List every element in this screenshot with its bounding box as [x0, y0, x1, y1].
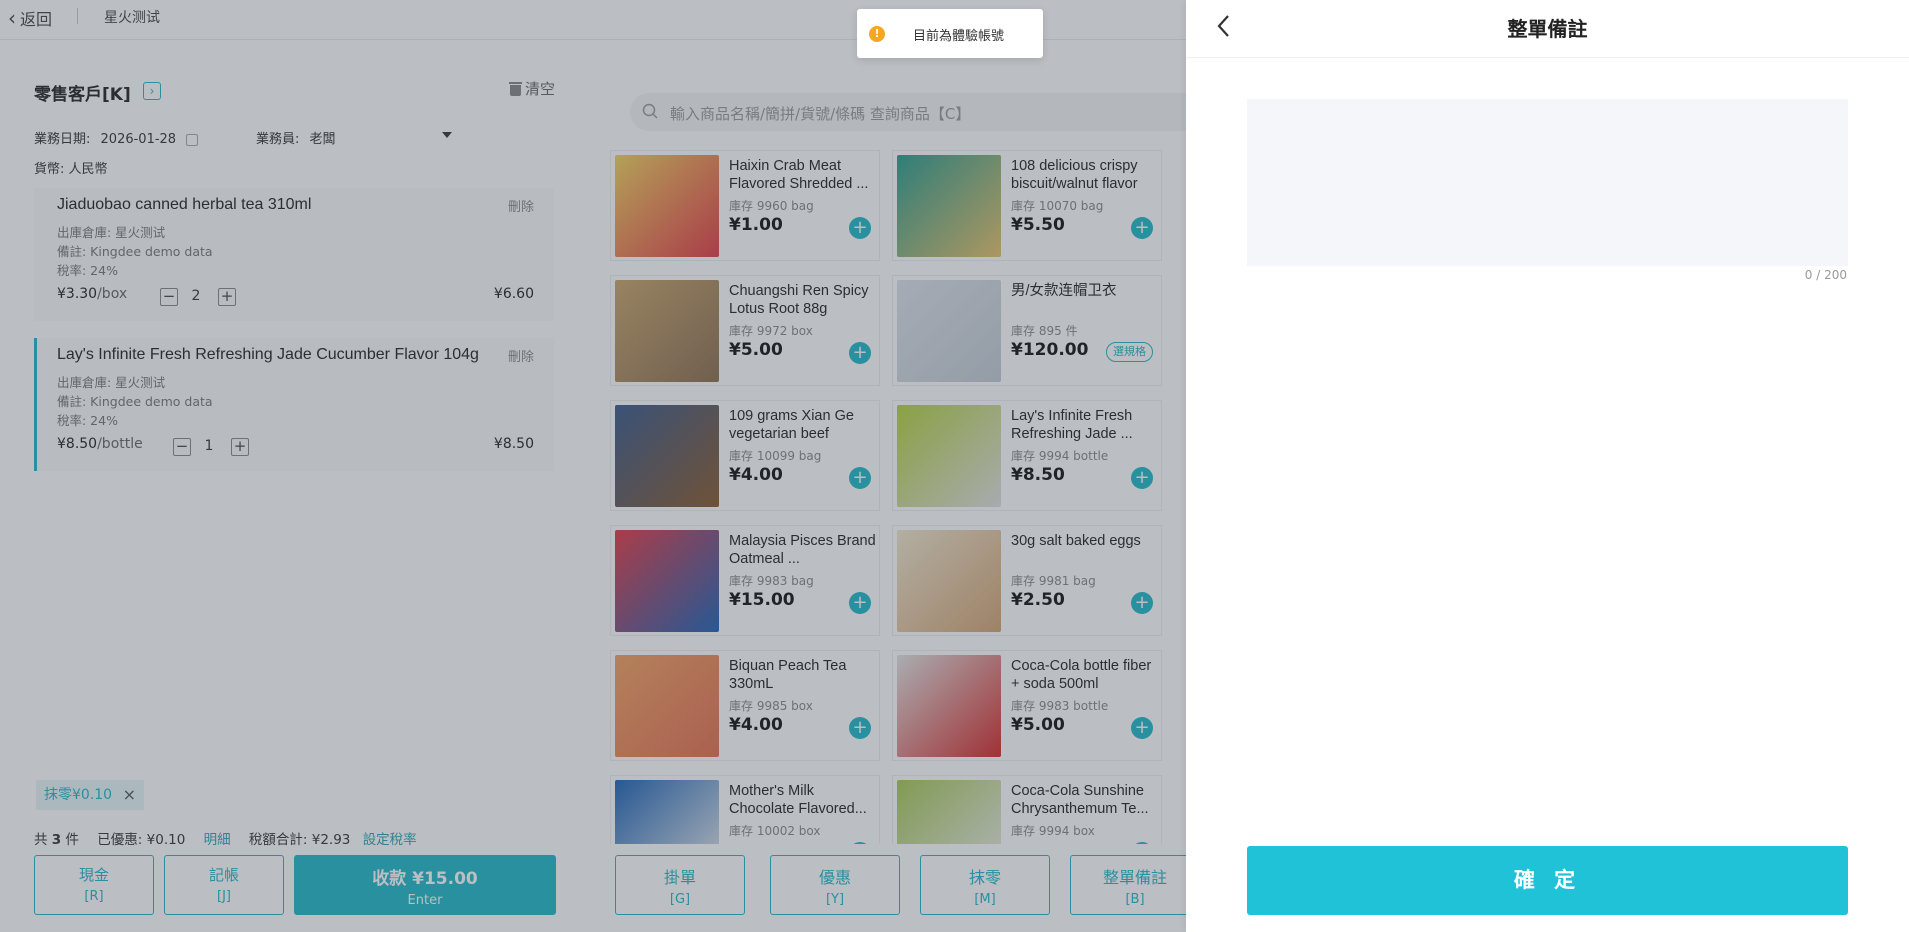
- toast-text: 目前為體驗帳號: [913, 29, 1005, 44]
- order-note-input[interactable]: [1247, 99, 1848, 266]
- order-note-drawer: 整單備註 0 / 200 確 定: [1186, 0, 1909, 932]
- drawer-title: 整單備註: [1507, 17, 1588, 41]
- confirm-button[interactable]: 確 定: [1247, 846, 1848, 915]
- char-counter: 0 / 200: [1804, 268, 1847, 282]
- modal-overlay[interactable]: [0, 0, 1186, 932]
- toast-message: ! 目前為體驗帳號: [857, 9, 1043, 58]
- drawer-header: 整單備註: [1186, 0, 1909, 58]
- warning-icon: !: [869, 26, 885, 42]
